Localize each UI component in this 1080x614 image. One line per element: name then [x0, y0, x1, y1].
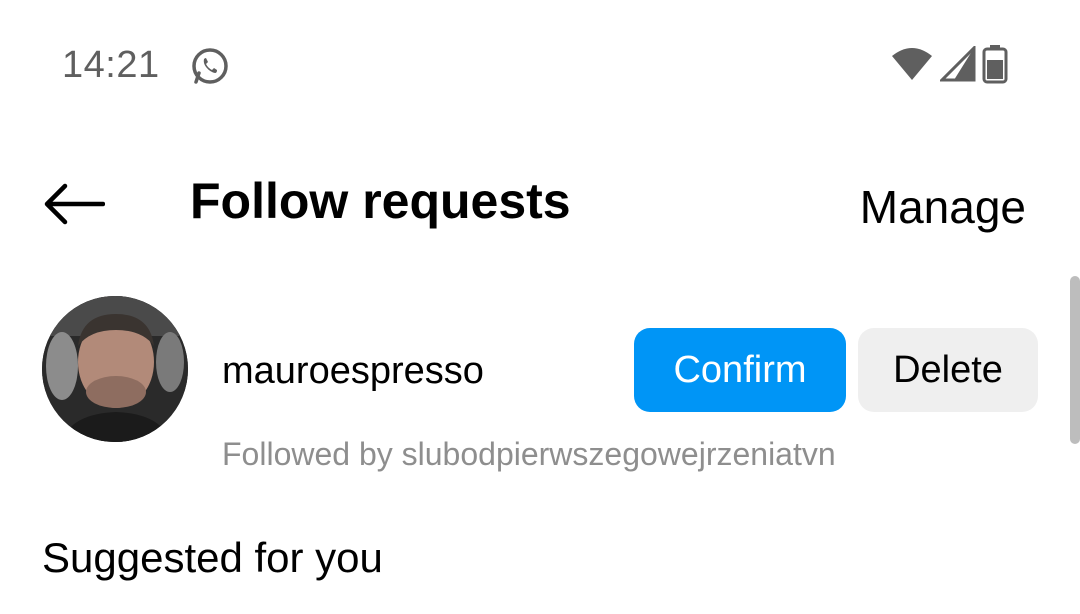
scrollbar[interactable]: [1070, 276, 1080, 444]
back-arrow-icon: [43, 183, 106, 230]
status-time: 14:21: [62, 44, 160, 86]
followed-by-text: Followed by slubodpierwszegowejrzeniatvn: [222, 436, 836, 472]
delete-button[interactable]: Delete: [858, 328, 1038, 412]
wifi-icon: [890, 46, 934, 82]
status-icons: [890, 44, 1008, 84]
avatar[interactable]: [42, 296, 188, 442]
suggested-section-title: Suggested for you: [42, 534, 383, 581]
follow-request-row: mauroespresso Confirm Delete Followed by…: [0, 290, 1080, 490]
signal-icon: [940, 46, 976, 82]
confirm-button[interactable]: Confirm: [634, 328, 846, 412]
request-username[interactable]: mauroespresso: [222, 350, 484, 393]
manage-button[interactable]: Manage: [860, 180, 1026, 234]
page-title: Follow requests: [190, 173, 571, 229]
whatsapp-icon: [190, 46, 230, 86]
battery-icon: [982, 44, 1008, 84]
back-button[interactable]: [40, 176, 108, 236]
